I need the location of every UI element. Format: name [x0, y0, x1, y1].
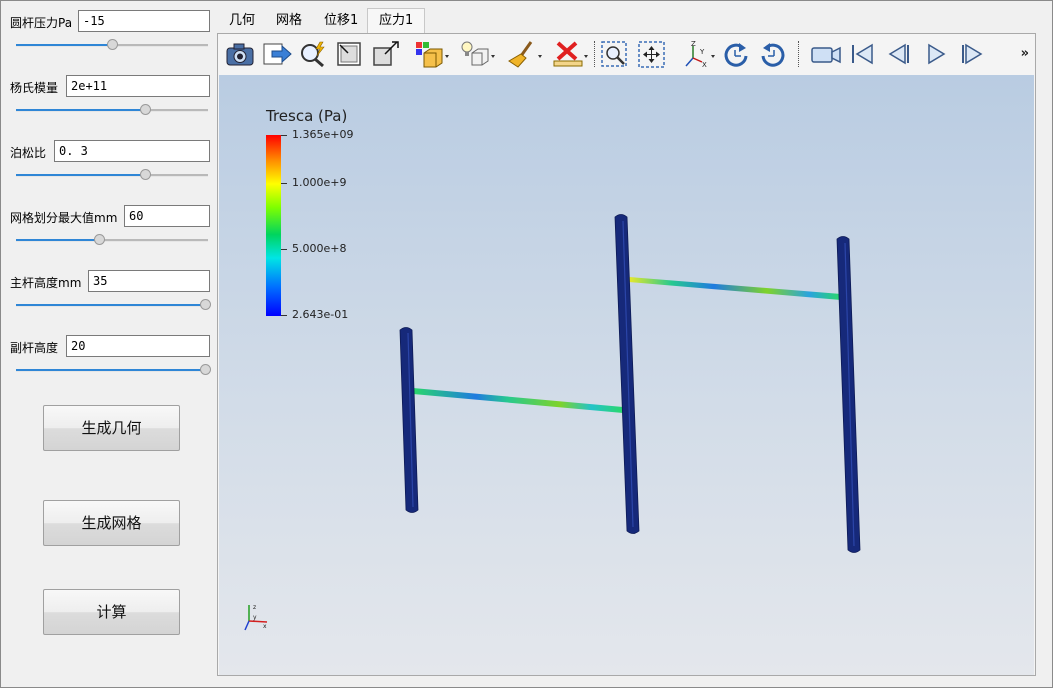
poisson-ratio-input[interactable]: 0. 3 [54, 140, 210, 162]
generate-mesh-button[interactable]: 生成网格 [43, 500, 180, 546]
youngs-modulus-input[interactable]: 2e+11 [66, 75, 210, 97]
zoom-to-box-icon[interactable] [335, 40, 365, 68]
query-icon[interactable] [298, 40, 328, 68]
axis-y-label: y [253, 614, 257, 621]
crossbar-right [629, 277, 841, 300]
stress-model [399, 214, 861, 553]
crossbar-left [413, 388, 623, 413]
mesh-max-size-label: 网格划分最大值mm [10, 211, 118, 225]
first-frame-icon[interactable] [848, 40, 876, 68]
pan-icon[interactable] [637, 40, 667, 68]
display-mode-icon[interactable] [414, 40, 450, 68]
poisson-ratio-slider[interactable] [16, 168, 208, 182]
post-right [836, 236, 861, 553]
pressure-slider[interactable] [16, 38, 208, 52]
tab-displacement[interactable]: 位移1 [313, 9, 369, 33]
post-middle [614, 214, 640, 534]
mesh-max-size-input[interactable]: 60 [124, 205, 210, 227]
light-icon[interactable] [460, 40, 496, 68]
svg-text:Y: Y [699, 48, 705, 56]
prev-frame-icon[interactable] [885, 40, 913, 68]
sub-rod-height-input[interactable]: 20 [66, 335, 210, 357]
toolbar-overflow-button[interactable]: » [1021, 46, 1029, 61]
svg-text:X: X [702, 61, 707, 68]
svg-text:Z: Z [691, 40, 696, 48]
poisson-ratio-slider-thumb[interactable] [140, 169, 151, 180]
rotate-ccw-icon[interactable] [758, 40, 788, 68]
delete-icon[interactable] [552, 40, 588, 68]
mesh-max-size-slider[interactable] [16, 233, 208, 247]
pressure-input[interactable]: -15 [78, 10, 210, 32]
sub-rod-height-slider[interactable] [16, 363, 211, 377]
main-rod-height-slider-thumb[interactable] [200, 299, 211, 310]
axis-z-label: z [253, 604, 256, 611]
zoom-selection-icon[interactable] [600, 40, 630, 68]
orientation-axes: z y x [244, 604, 268, 631]
view-extent-icon[interactable] [371, 40, 401, 68]
3d-canvas[interactable]: Tresca (Pa) 1.365e+09 1.000e+9 5.000e+8 … [219, 75, 1034, 675]
youngs-modulus-label: 杨氏模量 [10, 81, 59, 95]
rotate-cw-icon[interactable] [721, 40, 751, 68]
play-icon[interactable] [922, 40, 950, 68]
last-frame-icon[interactable] [958, 40, 986, 68]
pressure-slider-thumb[interactable] [107, 39, 118, 50]
youngs-modulus-slider-thumb[interactable] [140, 104, 151, 115]
camera-icon[interactable] [225, 40, 255, 68]
sub-rod-height-slider-thumb[interactable] [200, 364, 211, 375]
youngs-modulus-slider[interactable] [16, 103, 208, 117]
main-rod-height-input[interactable]: 35 [88, 270, 210, 292]
sub-rod-height-label: 副杆高度 [10, 341, 59, 355]
pressure-label: 圆杆压力Pa [10, 16, 73, 30]
render-view: ZYX » Tresca (Pa) 1.365e+09 1.000e+9 5.0… [217, 33, 1036, 676]
tab-geometry[interactable]: 几何 [218, 9, 266, 33]
generate-geometry-button[interactable]: 生成几何 [43, 405, 180, 451]
main-rod-height-slider[interactable] [16, 298, 211, 312]
camera-record-icon[interactable] [810, 40, 842, 68]
export-icon[interactable] [262, 40, 292, 68]
view-toolbar: ZYX » [218, 34, 1035, 74]
axis-x-label: x [263, 623, 267, 630]
clear-icon[interactable] [507, 40, 543, 68]
poisson-ratio-label: 泊松比 [10, 146, 47, 160]
axes-orientation-icon[interactable]: ZYX [682, 40, 718, 68]
compute-button[interactable]: 计算 [43, 589, 180, 635]
main-rod-height-label: 主杆高度mm [10, 276, 82, 290]
mesh-max-size-slider-thumb[interactable] [94, 234, 105, 245]
tab-stress[interactable]: 应力1 [367, 8, 426, 34]
tab-mesh[interactable]: 网格 [265, 9, 313, 33]
